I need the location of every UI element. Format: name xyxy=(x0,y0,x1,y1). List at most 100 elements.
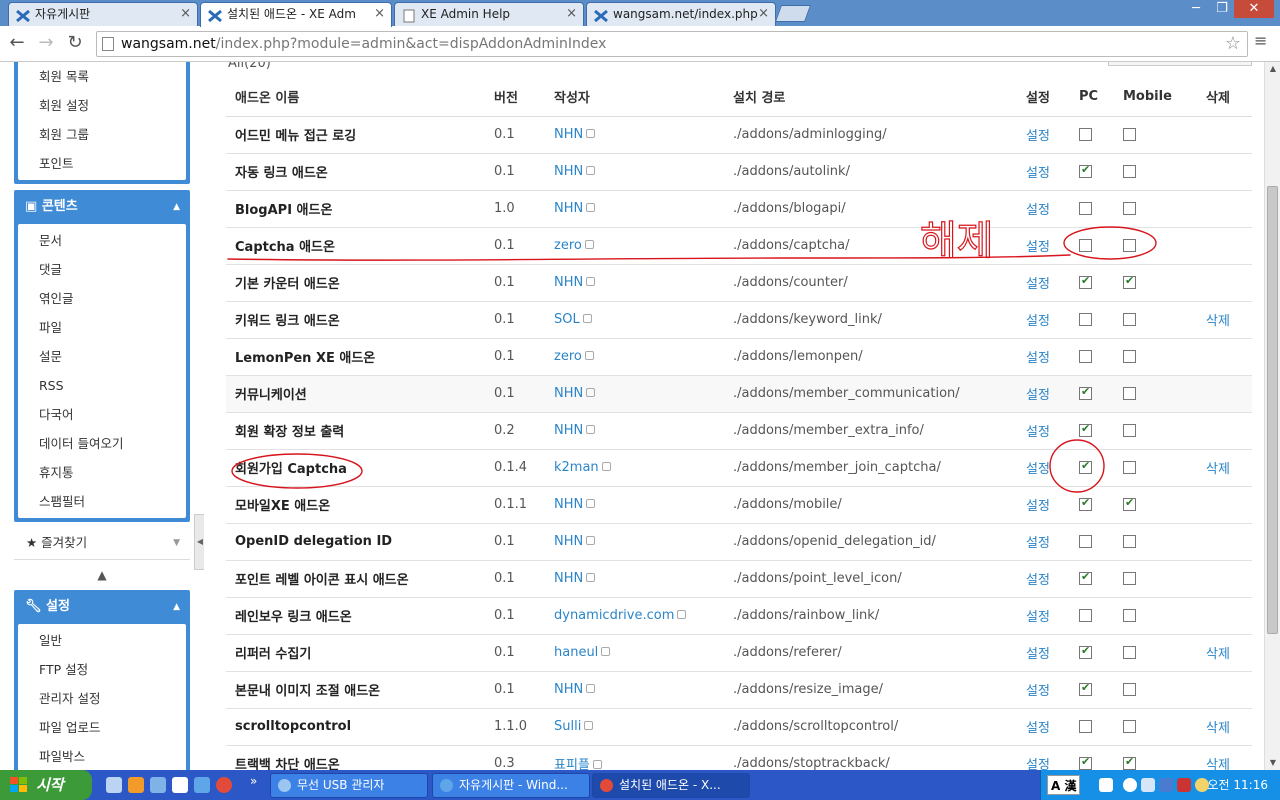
setting-link[interactable]: 설정 xyxy=(1026,240,1050,255)
author-link[interactable]: k2man xyxy=(554,460,599,475)
tab-wangsam[interactable]: wangsam.net/index.php × xyxy=(586,2,776,26)
author-link[interactable]: 표피플 xyxy=(554,758,590,770)
setting-link[interactable]: 설정 xyxy=(1026,351,1050,366)
pc-checkbox[interactable] xyxy=(1079,459,1092,474)
delete-link[interactable]: 삭제 xyxy=(1206,314,1230,329)
setting-link[interactable]: 설정 xyxy=(1026,721,1050,736)
settings-panel-header[interactable]: 🔧︎ 설정 ▲ xyxy=(14,590,190,624)
setting-link[interactable]: 설정 xyxy=(1026,129,1050,144)
minimize-button[interactable]: ─ xyxy=(1182,0,1210,18)
setting-link[interactable]: 설정 xyxy=(1026,462,1050,477)
setting-link[interactable]: 설정 xyxy=(1026,499,1050,514)
author-link[interactable]: NHN xyxy=(554,497,583,512)
author-link[interactable]: NHN xyxy=(554,423,583,438)
pc-checkbox[interactable] xyxy=(1079,496,1092,511)
notepad-icon[interactable] xyxy=(172,777,188,793)
sidebar-item[interactable]: 설문 xyxy=(18,342,186,371)
sidebar-item[interactable]: 회원 목록 xyxy=(18,62,186,91)
taskbar-button-chrome[interactable]: 설치된 애드온 - X... xyxy=(592,773,750,798)
network-icon[interactable] xyxy=(1141,778,1155,792)
delete-link[interactable]: 삭제 xyxy=(1206,758,1230,770)
pc-checkbox[interactable] xyxy=(1079,570,1092,585)
sidebar-item[interactable]: 다국어 xyxy=(18,400,186,429)
delete-link[interactable]: 삭제 xyxy=(1206,462,1230,477)
mobile-checkbox[interactable] xyxy=(1123,461,1136,474)
sidebar-item[interactable]: FTP 설정 xyxy=(18,655,186,684)
author-link[interactable]: NHN xyxy=(554,682,583,697)
setting-link[interactable]: 설정 xyxy=(1026,758,1050,770)
delete-link[interactable]: 삭제 xyxy=(1206,721,1230,736)
mobile-checkbox[interactable] xyxy=(1123,535,1136,548)
sidebar-toggle-button[interactable]: ◀ xyxy=(194,514,204,570)
author-link[interactable]: NHN xyxy=(554,127,583,142)
reload-button[interactable]: ↻ xyxy=(63,31,87,55)
pc-checkbox[interactable] xyxy=(1079,163,1092,178)
address-bar[interactable]: wangsam.net/index.php?module=admin&act=d… xyxy=(96,31,1248,57)
pc-checkbox[interactable] xyxy=(1079,609,1092,622)
favorites-header[interactable]: ★ 즐겨찾기 ▼ xyxy=(14,526,190,560)
mobile-checkbox[interactable] xyxy=(1123,387,1136,400)
back-button[interactable]: ← xyxy=(5,31,29,55)
sidebar-item[interactable]: 일반 xyxy=(18,626,186,655)
setting-link[interactable]: 설정 xyxy=(1026,573,1050,588)
pc-checkbox[interactable] xyxy=(1079,128,1092,141)
sidebar-item[interactable]: 댓글 xyxy=(18,255,186,284)
mobile-checkbox[interactable] xyxy=(1123,239,1136,252)
sidebar-item[interactable]: 문서 xyxy=(18,226,186,255)
sidebar-item[interactable]: 파일 xyxy=(18,313,186,342)
sidebar-item[interactable]: 회원 설정 xyxy=(18,91,186,120)
maximize-button[interactable]: ❐ xyxy=(1208,0,1236,18)
sidebar-item[interactable]: 파일박스 xyxy=(18,742,186,770)
tray-arrow-icon[interactable] xyxy=(1123,778,1137,792)
tab-installed-addons[interactable]: 설치된 애드온 - XE Adm × xyxy=(200,2,392,27)
pc-checkbox[interactable] xyxy=(1079,350,1092,363)
pc-checkbox[interactable] xyxy=(1079,422,1092,437)
mobile-checkbox[interactable] xyxy=(1123,572,1136,585)
setting-link[interactable]: 설정 xyxy=(1026,277,1050,292)
setting-link[interactable]: 설정 xyxy=(1026,388,1050,403)
author-link[interactable]: NHN xyxy=(554,386,583,401)
tab-xe-admin-help[interactable]: XE Admin Help × xyxy=(394,2,584,26)
setting-link[interactable]: 설정 xyxy=(1026,536,1050,551)
mobile-checkbox[interactable] xyxy=(1123,165,1136,178)
author-link[interactable]: NHN xyxy=(554,164,583,179)
vertical-scrollbar[interactable]: ▲ ▼ xyxy=(1264,62,1280,770)
setting-link[interactable]: 설정 xyxy=(1026,314,1050,329)
top-button-group[interactable] xyxy=(1108,62,1252,66)
help-icon[interactable] xyxy=(1099,778,1113,792)
sidebar-item[interactable]: 데이터 들여오기 xyxy=(18,429,186,458)
mobile-checkbox[interactable] xyxy=(1123,128,1136,141)
mobile-checkbox[interactable] xyxy=(1123,496,1136,511)
pc-checkbox[interactable] xyxy=(1079,313,1092,326)
security-icon[interactable] xyxy=(1177,778,1191,792)
mobile-checkbox[interactable] xyxy=(1123,424,1136,437)
sidebar-item[interactable]: 파일 업로드 xyxy=(18,713,186,742)
pc-checkbox[interactable] xyxy=(1079,274,1092,289)
start-button[interactable]: 시작 xyxy=(0,770,92,800)
setting-link[interactable]: 설정 xyxy=(1026,684,1050,699)
new-tab-button[interactable] xyxy=(774,5,812,22)
mobile-checkbox[interactable] xyxy=(1123,202,1136,215)
setting-link[interactable]: 설정 xyxy=(1026,425,1050,440)
author-link[interactable]: haneul xyxy=(554,645,598,660)
quicklaunch-icon[interactable] xyxy=(150,777,166,793)
tab-free-board[interactable]: 자유게시판 × xyxy=(8,2,198,26)
pc-checkbox[interactable] xyxy=(1079,385,1092,400)
setting-link[interactable]: 설정 xyxy=(1026,610,1050,625)
delete-link[interactable]: 삭제 xyxy=(1206,647,1230,662)
sidebar-item[interactable]: RSS xyxy=(18,371,186,400)
mobile-checkbox[interactable] xyxy=(1123,274,1136,289)
pc-checkbox[interactable] xyxy=(1079,644,1092,659)
author-link[interactable]: NHN xyxy=(554,201,583,216)
close-icon[interactable]: × xyxy=(374,3,385,25)
pc-checkbox[interactable] xyxy=(1079,681,1092,696)
author-link[interactable]: NHN xyxy=(554,571,583,586)
author-link[interactable]: SOL xyxy=(554,312,580,327)
mobile-checkbox[interactable] xyxy=(1123,720,1136,733)
sidebar-item[interactable]: 엮인글 xyxy=(18,284,186,313)
forward-button[interactable]: → xyxy=(34,31,58,55)
setting-link[interactable]: 설정 xyxy=(1026,647,1050,662)
author-link[interactable]: Sulli xyxy=(554,719,581,734)
content-panel-header[interactable]: ▣ 콘텐츠 ▲ xyxy=(14,190,190,224)
bookmark-star-icon[interactable]: ☆ xyxy=(1225,32,1241,56)
